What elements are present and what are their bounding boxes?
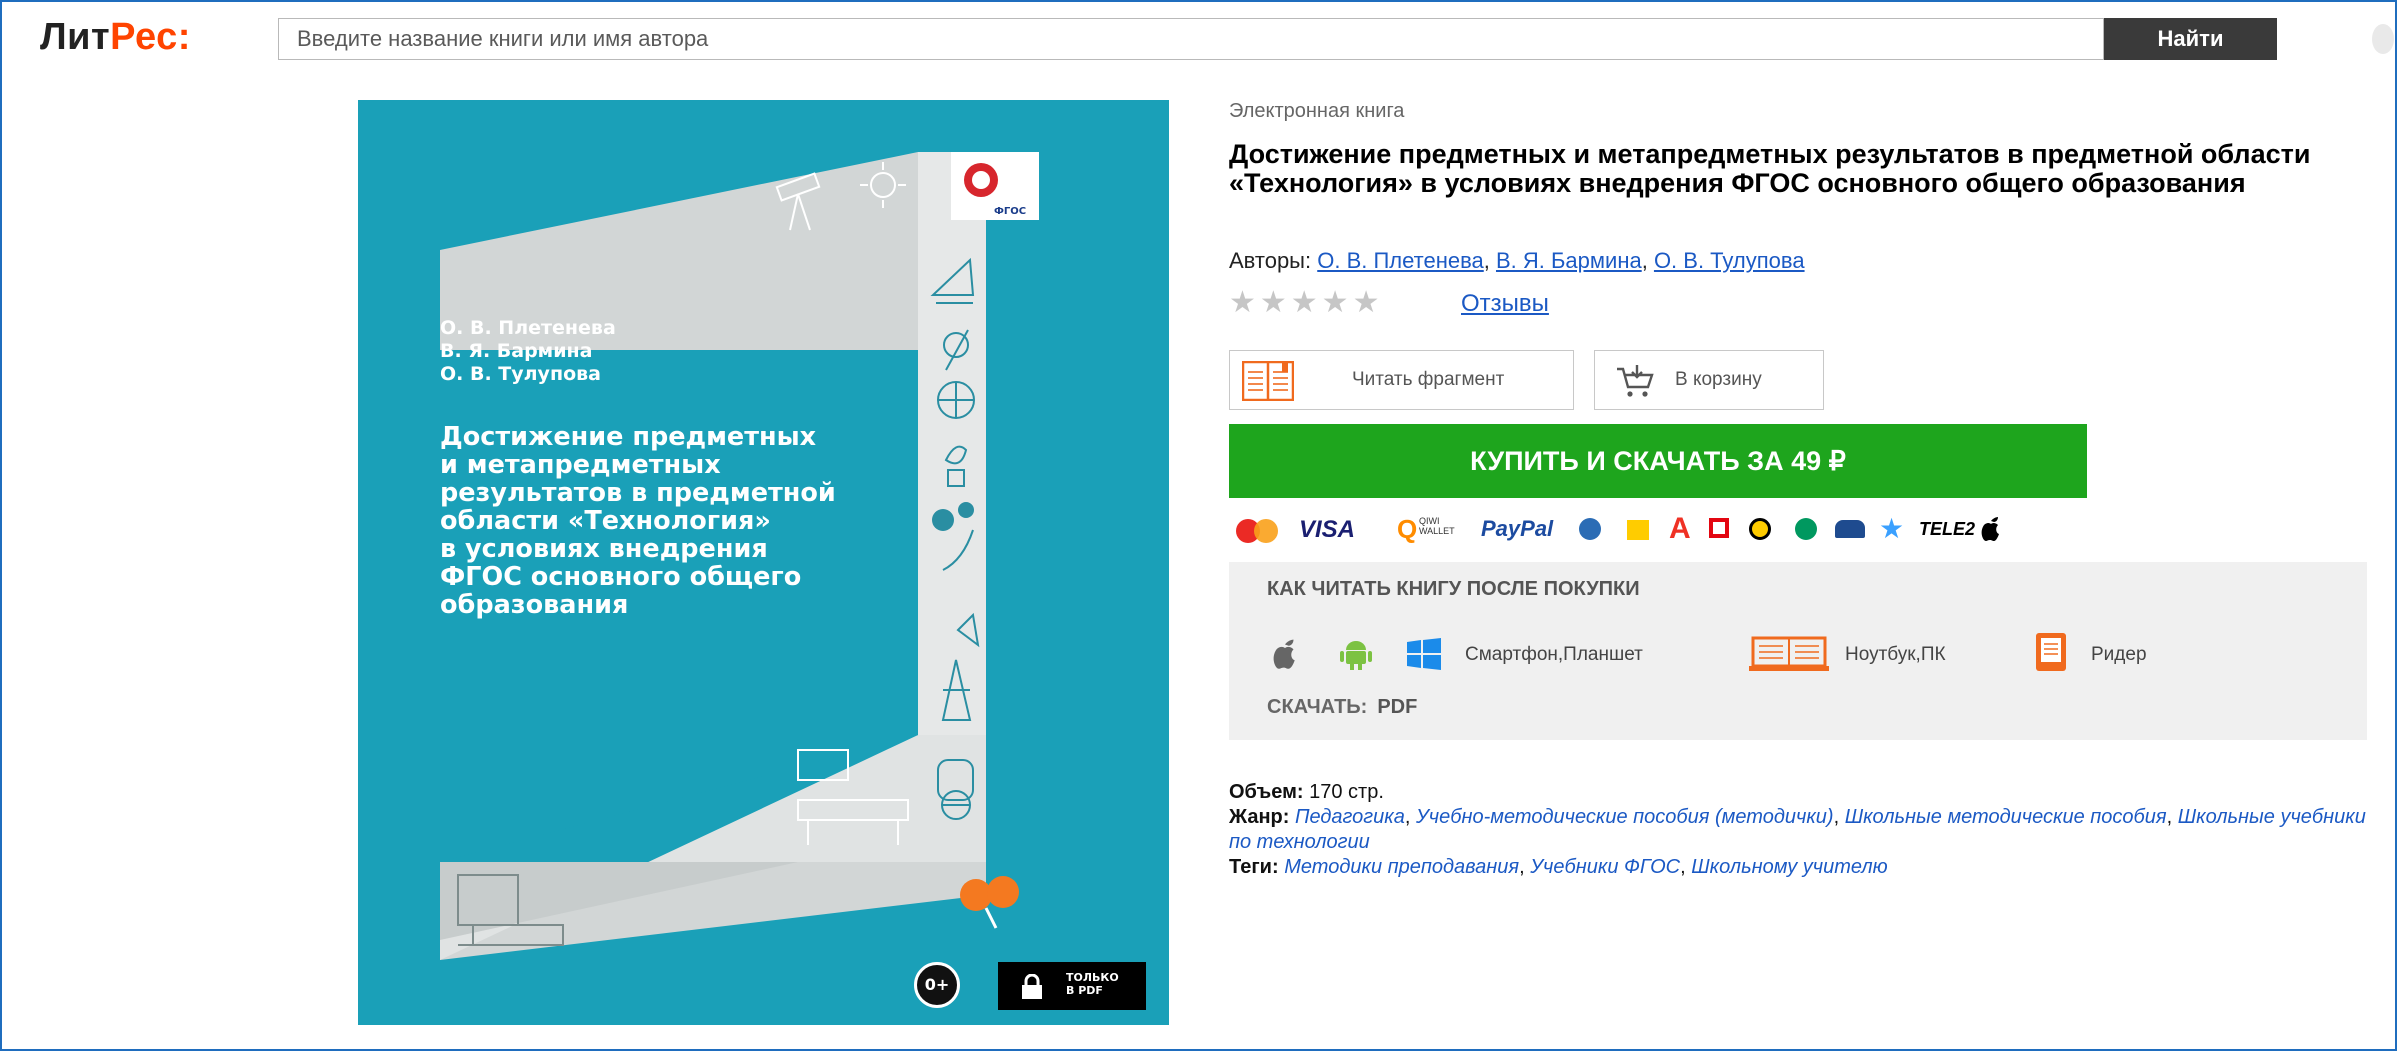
download-row: СКАЧАТЬ: PDF (1267, 696, 1417, 719)
pdf-only-badge: ТОЛЬКО В PDF (998, 962, 1146, 1010)
svg-text:ФГОС: ФГОС (994, 206, 1026, 217)
volume-row: Объем: 170 стр. (1229, 780, 2367, 805)
rating-stars[interactable]: ★★★★★ (1229, 288, 1383, 318)
cart-icon (1617, 365, 1654, 397)
webmoney-icon (1579, 518, 1601, 540)
age-rating-badge: 0+ (914, 962, 960, 1008)
tag-link[interactable]: Школьному учителю (1691, 856, 1887, 878)
add-to-cart-button[interactable]: В корзину (1594, 350, 1824, 410)
top-bar: ЛитРес: Найти (2, 2, 2395, 70)
tags-label: Теги: (1229, 856, 1279, 878)
cover-title-line: и метапредметных (440, 450, 721, 480)
reviews-link[interactable]: Отзывы (1461, 290, 1549, 318)
authors-label: Авторы: (1229, 248, 1312, 273)
cover-title-line: результатов в предметной (440, 478, 836, 508)
qiwi-wallet-text: QIWI WALLET (1419, 516, 1455, 536)
logo-text-part2: Рес: (110, 16, 191, 58)
add-to-cart-label: В корзину (1675, 369, 1762, 390)
genre-link[interactable]: Школьные методические пособия (1845, 806, 2167, 828)
search-input[interactable] (278, 18, 2104, 60)
android-icon (1340, 641, 1372, 670)
cover-title-line: Достижение предметных (440, 422, 817, 452)
download-format-link[interactable]: PDF (1377, 696, 1417, 718)
sberbank-icon (1835, 520, 1865, 538)
cover-author-1: О. В. Плетенева (440, 317, 616, 339)
author-link[interactable]: О. В. Тулупова (1654, 248, 1805, 273)
book-details: Объем: 170 стр. Жанр: Педагогика, Учебно… (1229, 780, 2367, 880)
cover-author-2: В. Я. Бармина (440, 340, 593, 362)
genre-link[interactable]: Учебно-методические пособия (методички) (1416, 806, 1834, 828)
alfa-bank-icon: A (1669, 512, 1691, 545)
mts-icon (1709, 518, 1729, 538)
cover-title-line: образования (440, 590, 629, 620)
lock-icon (1022, 974, 1042, 999)
book-type-label: Электронная книга (1229, 100, 1405, 122)
volume-value: 170 стр. (1309, 781, 1384, 803)
genre-link[interactable]: Педагогика (1295, 806, 1405, 828)
book-cover[interactable]: ФГОС О. В. Плетенева В. Я. Бармина О. В.… (358, 100, 1169, 1025)
cover-authors: О. В. Плетенева В. Я. Бармина О. В. Тулу… (440, 317, 616, 386)
paypal-icon: PayPal (1481, 516, 1554, 541)
star-icon: ★ (1879, 513, 1905, 544)
cover-title-line: ФГОС основного общего (440, 562, 802, 592)
qiwi-icon: Q (1397, 514, 1418, 544)
read-fragment-button[interactable]: Читать фрагмент (1229, 350, 1574, 410)
genre-row: Жанр: Педагогика, Учебно-методические по… (1229, 806, 2366, 853)
megafon-icon (1795, 518, 1817, 540)
ereader-icon (2036, 633, 2066, 671)
laptop-icon (1749, 636, 1829, 671)
mobile-label: Смартфон,Планшет (1465, 644, 1643, 665)
qiwi-text: QIWI (1419, 516, 1440, 526)
cover-title: Достижение предметных и метапредметных р… (440, 423, 870, 619)
authors-row: Авторы: О. В. Плетенева, В. Я. Бармина, … (1229, 248, 1805, 273)
cover-author-3: О. В. Тулупова (440, 363, 601, 385)
apple-icon (1273, 639, 1295, 669)
qiwi-wallet-label: WALLET (1419, 526, 1455, 536)
litres-logo[interactable]: ЛитРес: (40, 16, 191, 59)
partial-icon[interactable] (2372, 24, 2394, 54)
publisher-logo (960, 876, 1019, 911)
buy-and-download-button[interactable]: КУПИТЬ И СКАЧАТЬ ЗА 49 ₽ (1229, 424, 2087, 498)
book-title: Достижение предметных и метапредметных р… (1229, 139, 2311, 198)
download-label: СКАЧАТЬ: (1267, 696, 1368, 718)
volume-label: Объем: (1229, 781, 1304, 803)
pdf-badge-line2: В PDF (1066, 984, 1103, 997)
logo-text-part1: Лит (40, 16, 111, 58)
cover-title-line: области «Технология» (440, 506, 771, 536)
cover-title-line: в условиях внедрения (440, 534, 768, 564)
how-to-read-panel: КАК ЧИТАТЬ КНИГУ ПОСЛЕ ПОКУПКИ Смартфон,… (1229, 562, 2367, 740)
laptop-label: Ноутбук,ПК (1845, 644, 1946, 665)
tags-row: Теги: Методики преподавания, Учебники ФГ… (1229, 856, 1888, 878)
payment-methods: VISA Q QIWI WALLET PayPal A ★ TELE2 (1229, 510, 2129, 550)
author-link[interactable]: В. Я. Бармина (1496, 248, 1642, 273)
yandex-money-icon (1627, 520, 1649, 540)
reader-label: Ридер (2091, 644, 2147, 665)
how-to-read-title: КАК ЧИТАТЬ КНИГУ ПОСЛЕ ПОКУПКИ (1267, 578, 1640, 600)
genre-label: Жанр: (1229, 806, 1290, 828)
apple-pay-icon (1981, 517, 1999, 541)
read-fragment-label: Читать фрагмент (1352, 369, 1505, 390)
tag-link[interactable]: Методики преподавания (1284, 856, 1519, 878)
mastercard-icon (1236, 519, 1278, 543)
book-open-icon (1242, 361, 1294, 401)
pdf-badge-line1: ТОЛЬКО (1066, 971, 1119, 984)
windows-icon (1407, 638, 1441, 670)
tele2-icon: TELE2 (1919, 519, 1976, 539)
author-link[interactable]: О. В. Плетенева (1317, 248, 1484, 273)
beeline-icon (1749, 518, 1771, 540)
visa-icon: VISA (1299, 516, 1356, 543)
search-button[interactable]: Найти (2104, 18, 2277, 60)
tag-link[interactable]: Учебники ФГОС (1530, 856, 1680, 878)
